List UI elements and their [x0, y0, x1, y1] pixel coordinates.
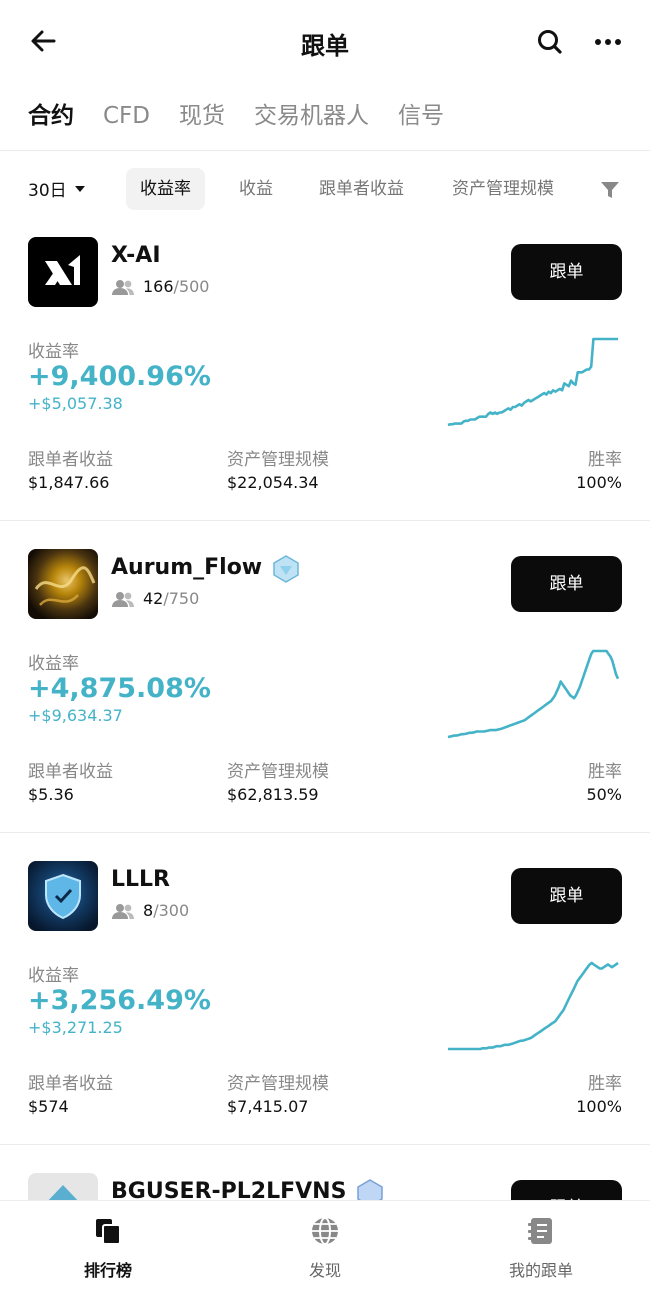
sort-chip-follower-pnl[interactable]: 跟单者收益	[305, 168, 418, 210]
nav-my-copy-trades[interactable]: 我的跟单	[471, 1215, 611, 1281]
globe-icon	[312, 1217, 338, 1245]
nav-label: 排行榜	[83, 1261, 132, 1280]
aum-label: 资产管理规模	[227, 450, 329, 470]
trader-name: BGUSER-PL2LFVNS	[111, 1179, 347, 1200]
roi-label: 收益率	[28, 654, 79, 674]
elite-diamond-badge-icon	[273, 555, 299, 583]
avatar	[28, 549, 98, 619]
sparkline-series	[448, 961, 619, 1051]
pnl-value: +$9,634.37	[28, 706, 123, 725]
avatar	[28, 1173, 98, 1200]
win-rate-value: 50%	[586, 785, 622, 804]
nav-label: 我的跟单	[508, 1261, 573, 1280]
avatar	[28, 237, 98, 307]
pnl-value: +$5,057.38	[28, 394, 123, 413]
follower-pnl-label: 跟单者收益	[28, 1074, 113, 1094]
divider	[0, 150, 650, 151]
elite-diamond-badge-icon	[357, 1179, 383, 1200]
nav-label: 发现	[308, 1261, 341, 1280]
sort-chip-aum[interactable]: 资产管理规模	[438, 168, 568, 210]
nav-discover[interactable]: 发现	[255, 1215, 395, 1281]
tab-trading-bot[interactable]: 交易机器人	[254, 96, 369, 136]
x-ai-logo-icon	[45, 255, 80, 285]
filter-funnel-icon[interactable]	[598, 179, 622, 201]
aum-value: $7,415.07	[227, 1097, 309, 1116]
follower-current: 42	[143, 589, 164, 608]
trader-card[interactable]: X-AI 166/500 跟单 收益率 +9,400.96% +$5,057.3…	[0, 237, 650, 549]
more-options-icon[interactable]	[592, 26, 624, 58]
sparkline-series	[447, 649, 620, 739]
follow-button[interactable]: 跟单	[511, 244, 622, 300]
trader-card[interactable]: BGUSER-PL2LFVNS 跟单	[0, 1173, 650, 1200]
roi-label: 收益率	[28, 966, 79, 986]
follower-pnl-value: $5.36	[28, 785, 74, 804]
follower-count: 42/750	[111, 589, 199, 608]
sort-chip-roi[interactable]: 收益率	[126, 168, 205, 210]
roi-value: +9,400.96%	[28, 361, 211, 392]
trader-name: LLLR	[111, 867, 170, 892]
follower-pnl-label: 跟单者收益	[28, 450, 113, 470]
roi-sparkline	[448, 961, 619, 1051]
divider	[0, 1144, 650, 1145]
win-rate-label: 胜率	[588, 450, 622, 470]
roi-sparkline	[447, 649, 620, 739]
follower-current: 166	[143, 277, 174, 296]
win-rate-value: 100%	[576, 1097, 622, 1116]
bottom-nav: 排行榜 发现 我的跟单	[0, 1200, 650, 1299]
roi-value: +3,256.49%	[28, 985, 211, 1016]
follower-pnl-value: $1,847.66	[28, 473, 110, 492]
win-rate-label: 胜率	[588, 1074, 622, 1094]
follower-pnl-label: 跟单者收益	[28, 762, 113, 782]
pnl-value: +$3,271.25	[28, 1018, 123, 1037]
follower-count: 166/500	[111, 277, 209, 296]
follower-current: 8	[143, 901, 154, 920]
win-rate-value: 100%	[576, 473, 622, 492]
follower-count: 8/300	[111, 901, 189, 920]
caret-down-icon	[74, 185, 85, 192]
shield-icon	[45, 873, 81, 920]
aum-value: $62,813.59	[227, 785, 319, 804]
trader-card[interactable]: Aurum_Flow 42/750 跟单 收益率 +4,875.08% +$9,…	[0, 549, 650, 861]
aum-label: 资产管理规模	[227, 1074, 329, 1094]
period-label: 30日	[28, 181, 67, 201]
follow-button[interactable]: 跟单	[511, 1180, 622, 1200]
tab-signals[interactable]: 信号	[398, 96, 444, 136]
notebook-icon	[528, 1218, 552, 1244]
follower-capacity: /500	[173, 277, 210, 296]
tab-cfd[interactable]: CFD	[103, 96, 150, 136]
market-tabs: 合约 CFD 现货 交易机器人 信号	[28, 96, 473, 136]
diamond-avatar-icon	[48, 1185, 78, 1200]
search-icon[interactable]	[534, 26, 566, 58]
follow-button[interactable]: 跟单	[511, 868, 622, 924]
nav-leaderboard[interactable]: 排行榜	[38, 1215, 178, 1281]
follower-pnl-value: $574	[28, 1097, 69, 1116]
users-icon	[112, 903, 134, 919]
avatar	[28, 861, 98, 931]
top-bar: 跟单	[0, 0, 650, 84]
divider	[0, 520, 650, 521]
tab-contract[interactable]: 合约	[28, 96, 74, 136]
roi-sparkline	[447, 337, 618, 427]
filter-bar: 30日 收益率 收益 跟单者收益 资产管理规模	[0, 166, 650, 214]
trader-card[interactable]: LLLR 8/300 跟单 收益率 +3,256.49% +$3,271.25 …	[0, 861, 650, 1173]
leaderboard-icon	[96, 1219, 121, 1245]
gold-abstract-icon	[34, 566, 96, 606]
roi-label: 收益率	[28, 342, 79, 362]
sort-chip-pnl[interactable]: 收益	[225, 168, 287, 210]
aum-value: $22,054.34	[227, 473, 319, 492]
follower-capacity: /750	[163, 589, 200, 608]
win-rate-label: 胜率	[588, 762, 622, 782]
follow-button[interactable]: 跟单	[511, 556, 622, 612]
users-icon	[112, 279, 134, 295]
aum-label: 资产管理规模	[227, 762, 329, 782]
period-dropdown[interactable]: 30日	[28, 176, 85, 201]
sparkline-series	[447, 337, 618, 427]
tab-spot[interactable]: 现货	[179, 96, 225, 136]
divider	[0, 832, 650, 833]
roi-value: +4,875.08%	[28, 673, 211, 704]
follower-capacity: /300	[153, 901, 190, 920]
trader-name: Aurum_Flow	[111, 555, 263, 580]
users-icon	[112, 591, 134, 607]
trader-name: X-AI	[111, 243, 161, 268]
